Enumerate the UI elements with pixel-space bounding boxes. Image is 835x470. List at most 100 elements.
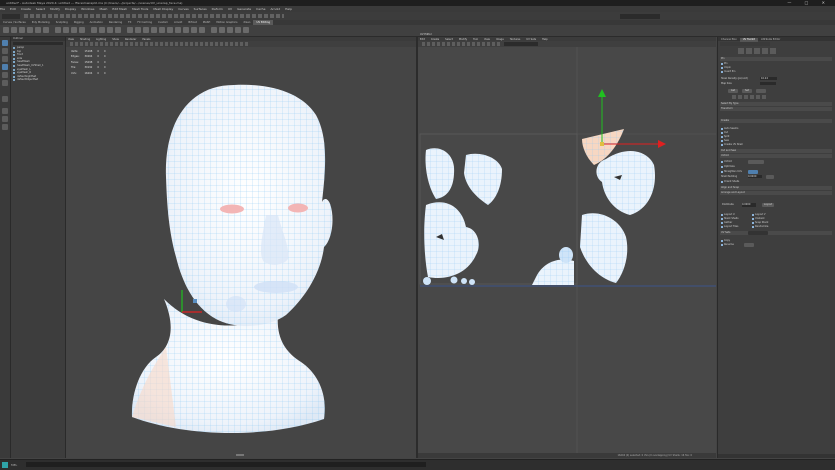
outliner-search-input[interactable] <box>13 42 63 45</box>
shelf-icon[interactable] <box>91 27 97 33</box>
shelf-icon[interactable] <box>79 27 85 33</box>
section-align-and-snap-label: Align and Snap <box>721 186 740 189</box>
shelf-icon[interactable] <box>135 27 141 33</box>
shelf-icon[interactable] <box>99 27 105 33</box>
distribute-field[interactable]: 0.0000 <box>742 203 756 207</box>
uv-toolkit-footer <box>718 454 835 458</box>
uv-set-button[interactable] <box>744 243 754 247</box>
single-view-icon[interactable] <box>2 108 8 114</box>
pin-check-label: Pin <box>724 62 728 65</box>
uv-toolkit-subtabs[interactable] <box>720 42 770 46</box>
uv-toolkit-mode-icons[interactable] <box>738 48 778 54</box>
lasso-tool-icon[interactable] <box>2 48 8 54</box>
uv-toolkit-tabs: Channel Box UV Toolkit Attribute Editor <box>718 37 835 42</box>
map-size-field[interactable] <box>760 82 776 86</box>
unpin-row: Unpin <box>721 66 731 69</box>
shelf <box>0 25 835 37</box>
command-input[interactable] <box>26 462 426 467</box>
shelf-icon[interactable] <box>227 27 233 33</box>
two-view-icon[interactable] <box>2 124 8 130</box>
shell-padding-field[interactable]: 0.0200 <box>748 175 762 179</box>
shelf-icon[interactable] <box>219 27 225 33</box>
status-icons[interactable] <box>24 14 284 18</box>
paint-select-icon[interactable] <box>2 56 8 62</box>
shelf-icon[interactable] <box>63 27 69 33</box>
shelf-icon[interactable] <box>11 27 17 33</box>
shelf-icon[interactable] <box>243 27 249 33</box>
layout-opt-8: Randomize <box>752 225 768 228</box>
shelf-icon[interactable] <box>127 27 133 33</box>
distribute-label: Distribute <box>722 203 734 206</box>
shelf-icon[interactable] <box>235 27 241 33</box>
command-language-label[interactable]: MEL <box>11 462 17 468</box>
layout-opt-1: Layout U <box>721 213 735 216</box>
section-transform[interactable] <box>720 107 832 111</box>
uv-canvas[interactable] <box>418 47 716 453</box>
shell-padding-slider[interactable] <box>766 175 774 179</box>
head-mesh-render <box>131 84 333 434</box>
get-button[interactable]: Get <box>728 89 738 93</box>
viewport-toolbar-icons[interactable] <box>70 42 250 46</box>
uv-editor-panel: UV Editor Edit Create Select Modify Tool View… <box>418 33 716 458</box>
shelf-icon[interactable] <box>151 27 157 33</box>
shelf-icon[interactable] <box>143 27 149 33</box>
shelf-icon[interactable] <box>43 27 49 33</box>
search-field[interactable] <box>620 13 660 19</box>
select-tool-icon[interactable] <box>2 40 8 46</box>
shelf-icon[interactable] <box>159 27 165 33</box>
shelf-icon[interactable] <box>183 27 189 33</box>
set-to-button[interactable] <box>756 89 766 93</box>
cut-label: Cut <box>724 131 729 134</box>
uv-set-field[interactable] <box>504 42 538 46</box>
perspective-viewport[interactable]: View Shading Lighting Show Renderer Panels Ve… <box>66 37 418 458</box>
shelf-icon[interactable] <box>107 27 113 33</box>
section-unfold-label: Unfold <box>721 154 729 157</box>
layout-opt-5: Gather <box>721 221 732 224</box>
cut-row: Cut <box>721 131 728 134</box>
shelf-icon[interactable] <box>211 27 217 33</box>
outliner-item[interactable]: defaultObjectSet <box>11 78 65 82</box>
layout-button[interactable]: Layout <box>762 203 774 207</box>
sew-label: Sew <box>724 139 729 142</box>
straighten-label: Straighten UVs <box>724 170 742 173</box>
shelf-icon[interactable] <box>167 27 173 33</box>
texel-density-label: Texel Density (px/unit) <box>721 77 748 80</box>
uv-shell-neck-piece <box>532 259 574 285</box>
set-button[interactable]: Set <box>742 89 752 93</box>
section-cut-and-sew[interactable] <box>720 149 832 153</box>
density-icons[interactable] <box>732 95 766 99</box>
move-tool-icon[interactable] <box>2 64 8 70</box>
four-view-icon[interactable] <box>2 116 8 122</box>
shelf-icon[interactable] <box>115 27 121 33</box>
section-create[interactable] <box>720 119 832 123</box>
scale-tool-icon[interactable] <box>2 80 8 86</box>
section-uv-sets[interactable] <box>720 231 832 235</box>
rotate-tool-icon[interactable] <box>2 72 8 78</box>
pin-row: Pin <box>721 62 728 65</box>
shelf-icon[interactable] <box>27 27 33 33</box>
menu-set-dropdown[interactable] <box>2 13 20 19</box>
uv-shell-eyeball <box>559 247 573 263</box>
section-unfold[interactable] <box>720 154 832 158</box>
shelf-icon[interactable] <box>199 27 205 33</box>
auto-seams-row: Auto Seams <box>721 127 738 130</box>
shelf-icon[interactable] <box>3 27 9 33</box>
shelf-icon[interactable] <box>175 27 181 33</box>
shelf-icon[interactable] <box>19 27 25 33</box>
unfold-options-button[interactable] <box>748 160 764 164</box>
section-pin[interactable] <box>720 57 832 61</box>
uv-toolbar-icons[interactable] <box>422 42 502 46</box>
last-tool-icon[interactable] <box>2 96 8 102</box>
shelf-icon[interactable] <box>35 27 41 33</box>
invert-pin-check-label: Invert Pin <box>724 70 736 73</box>
optimize-row: Optimize <box>721 165 735 168</box>
straighten-value[interactable] <box>748 170 758 174</box>
shelf-icon[interactable] <box>55 27 61 33</box>
shelf-icon[interactable] <box>71 27 77 33</box>
shelf-icon[interactable] <box>191 27 197 33</box>
unfold-label: Unfold <box>724 160 732 163</box>
texel-density-field[interactable]: 10.24 <box>760 77 777 81</box>
layout-opt-2: Layout V <box>752 213 766 216</box>
uv-sets-dropdown[interactable] <box>748 231 768 235</box>
toolbox <box>0 37 11 458</box>
